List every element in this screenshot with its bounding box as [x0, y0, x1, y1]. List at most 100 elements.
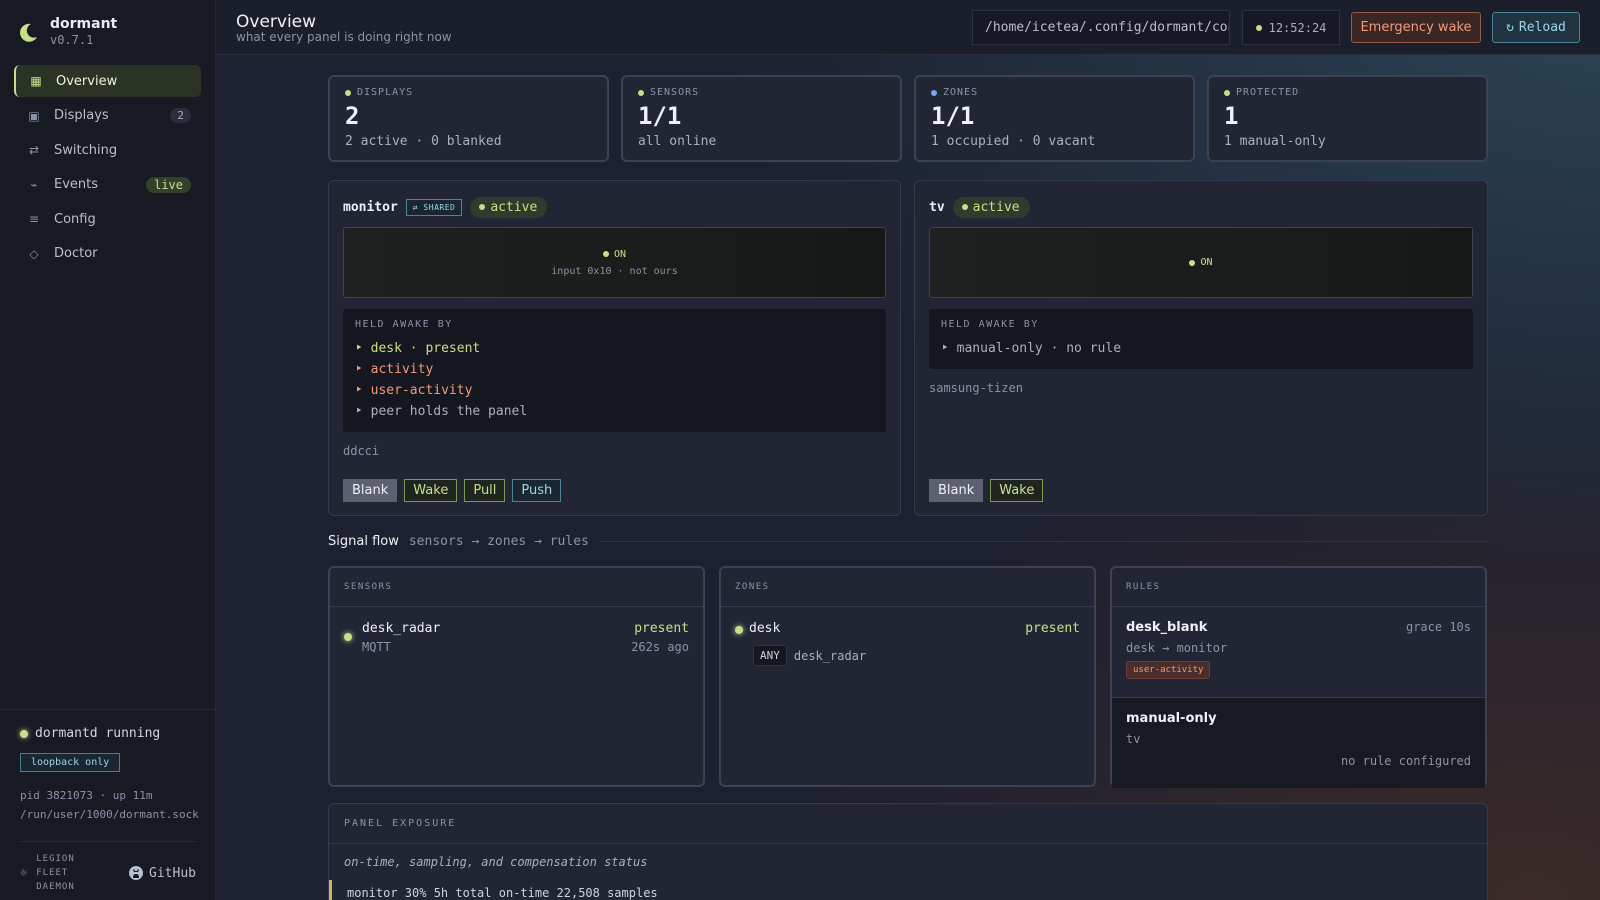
live-badge: live	[146, 176, 191, 193]
page-subtitle: what every panel is doing right now	[236, 30, 452, 44]
stat-card-protected[interactable]: PROTECTED 1 1 manual-only	[1207, 75, 1488, 162]
panel-card-tv: tv active ON HELD AWAKE BY ‣ manual-only…	[914, 180, 1488, 516]
signal-flow-header: Signal flow sensors → zones → rules	[328, 534, 1488, 549]
sidebar-item-label: Events	[54, 177, 99, 192]
rules-card: RULES desk_blank grace 10s desk → monito…	[1110, 566, 1487, 788]
sensor-kind: MQTT	[362, 640, 391, 654]
sidebar-item-config[interactable]: ≡ Config	[14, 203, 201, 235]
push-button[interactable]: Push	[512, 479, 562, 502]
panel-name: monitor	[343, 199, 398, 215]
sidebar-item-label: Switching	[54, 142, 118, 158]
panel-actions: Blank Wake Pull Push	[343, 479, 562, 502]
diamond-icon: ◇	[29, 246, 39, 261]
switch-icon: ⇄	[28, 143, 40, 157]
main-area: Overview what every panel is doing right…	[216, 0, 1600, 900]
loopback-badge: loopback only	[20, 753, 121, 772]
rule-row[interactable]: manual-only tv no rule configured	[1112, 698, 1485, 788]
sidebar-footer: ☼ LEGION FLEET DAEMON GitHub	[20, 841, 196, 894]
shared-badge: ⇄ SHARED	[405, 198, 463, 216]
stat-card-sensors[interactable]: SENSORS 1/1 all online	[621, 75, 902, 162]
held-item: ‣ user-activity	[355, 383, 473, 398]
list-icon: ≡	[28, 212, 40, 226]
rule-row[interactable]: desk_blank grace 10s desk → monitor user…	[1112, 607, 1485, 698]
status-dot	[344, 633, 352, 641]
panel-card-monitor: monitor ⇄ SHARED active ON input 0x10 · …	[328, 180, 901, 516]
emergency-wake-button[interactable]: Emergency wake	[1351, 12, 1481, 43]
status-dot	[1224, 89, 1230, 96]
sensor-state: present	[634, 621, 689, 636]
held-item: ‣ desk · present	[355, 341, 481, 356]
held-awake-list: HELD AWAKE BY ‣ desk · present ‣ activit…	[343, 309, 886, 432]
sidebar-item-events[interactable]: ⌁ Events live	[14, 169, 201, 201]
stat-value: 1	[1224, 102, 1239, 130]
status-dot	[345, 89, 351, 96]
daemon-status: dormantd running loopback only pid 38210…	[0, 709, 216, 840]
clock-dot	[1255, 24, 1262, 31]
sidebar-item-doctor[interactable]: ◇ Doctor	[14, 238, 201, 270]
exposure-row[interactable]: monitor 30% 5h total on-time 22,508 samp…	[329, 880, 1487, 900]
sensors-card: SENSORS desk_radar MQTT present 262s ago	[328, 566, 705, 787]
stat-desc: 1 occupied · 0 vacant	[931, 134, 1096, 149]
state-pill: active	[470, 196, 548, 218]
blank-button[interactable]: Blank	[929, 479, 984, 502]
rule-target: tv	[1126, 732, 1141, 746]
github-icon	[129, 866, 144, 880]
sidebar-item-displays[interactable]: ▣ Displays 2	[14, 100, 201, 132]
brand-version: v0.7.1	[50, 33, 94, 47]
panel-screen: ON input 0x10 · not ours	[343, 227, 886, 298]
stat-card-displays[interactable]: DISPLAYS 2 2 active · 0 blanked	[328, 75, 609, 162]
driver-name: ddcci	[343, 444, 380, 458]
rule-name: desk_blank	[1126, 620, 1208, 635]
daemon-status-text: dormantd running	[35, 726, 161, 741]
sensor-row[interactable]: desk_radar MQTT present 262s ago	[330, 621, 703, 654]
config-path-field[interactable]: /home/icetea/.config/dormant/config.toml	[972, 10, 1230, 45]
held-awake-list: HELD AWAKE BY ‣ manual-only · no rule	[929, 309, 1473, 369]
stat-desc: 2 active · 0 blanked	[345, 134, 502, 149]
sidebar-nav: ▦ Overview ▣ Displays 2 ⇄ Switching ⌁ Ev…	[14, 65, 201, 272]
held-item: ‣ activity	[355, 362, 434, 377]
status-dot	[931, 89, 937, 96]
sidebar-item-label: Overview	[56, 73, 118, 89]
pulse-icon: ⌁	[30, 177, 38, 192]
reload-button[interactable]: ↻ Reload	[1492, 12, 1580, 43]
stat-desc: 1 manual-only	[1224, 134, 1326, 149]
sidebar-item-label: Config	[54, 211, 96, 227]
panel-name: tv	[929, 199, 945, 215]
sensor-age: 262s ago	[631, 640, 689, 654]
stat-desc: all online	[638, 134, 717, 149]
sidebar-item-overview[interactable]: ▦ Overview	[14, 65, 201, 97]
blank-button[interactable]: Blank	[343, 479, 398, 502]
sidebar: dormant v0.7.1 ▦ Overview ▣ Displays 2 ⇄…	[0, 0, 216, 900]
zone-name: desk	[749, 621, 781, 636]
stat-value: 2	[345, 102, 360, 130]
held-item: ‣ manual-only · no rule	[941, 341, 1122, 356]
moon-icon	[20, 23, 37, 42]
brand[interactable]: dormant v0.7.1	[16, 16, 117, 47]
stat-card-zones[interactable]: ZONES 1/1 1 occupied · 0 vacant	[914, 75, 1195, 162]
sun-icon: ☼	[20, 866, 29, 880]
refresh-icon: ↻	[1506, 20, 1514, 35]
zones-card: ZONES desk present ANY desk_radar	[719, 566, 1096, 787]
wake-button[interactable]: Wake	[404, 479, 458, 502]
zone-state: present	[1025, 621, 1080, 636]
topbar: Overview what every panel is doing right…	[216, 0, 1600, 55]
rule-grace: grace 10s	[1405, 620, 1471, 634]
sidebar-item-label: Displays	[54, 108, 109, 123]
panel-screen: ON	[929, 227, 1473, 298]
grid-icon: ▦	[30, 74, 42, 88]
held-item: ‣ peer holds the panel	[355, 404, 528, 419]
zone-mode-badge: ANY	[753, 645, 787, 666]
section-title: Signal flow	[328, 534, 399, 549]
screen-input: input 0x10 · not ours	[551, 265, 678, 277]
status-dot	[638, 89, 644, 96]
rule-name: manual-only	[1126, 711, 1217, 726]
pull-button[interactable]: Pull	[464, 479, 506, 502]
pid-uptime: pid 3821073 · up 11m	[20, 789, 153, 802]
display-icon: ▣	[28, 108, 40, 123]
wake-button[interactable]: Wake	[990, 479, 1044, 502]
section-subtitle: on-time, sampling, and compensation stat…	[344, 855, 648, 869]
github-link[interactable]: GitHub	[128, 865, 196, 881]
driver-name: samsung-tizen	[929, 381, 1023, 395]
zone-row[interactable]: desk present	[721, 621, 1094, 636]
sidebar-item-switching[interactable]: ⇄ Switching	[14, 134, 201, 166]
